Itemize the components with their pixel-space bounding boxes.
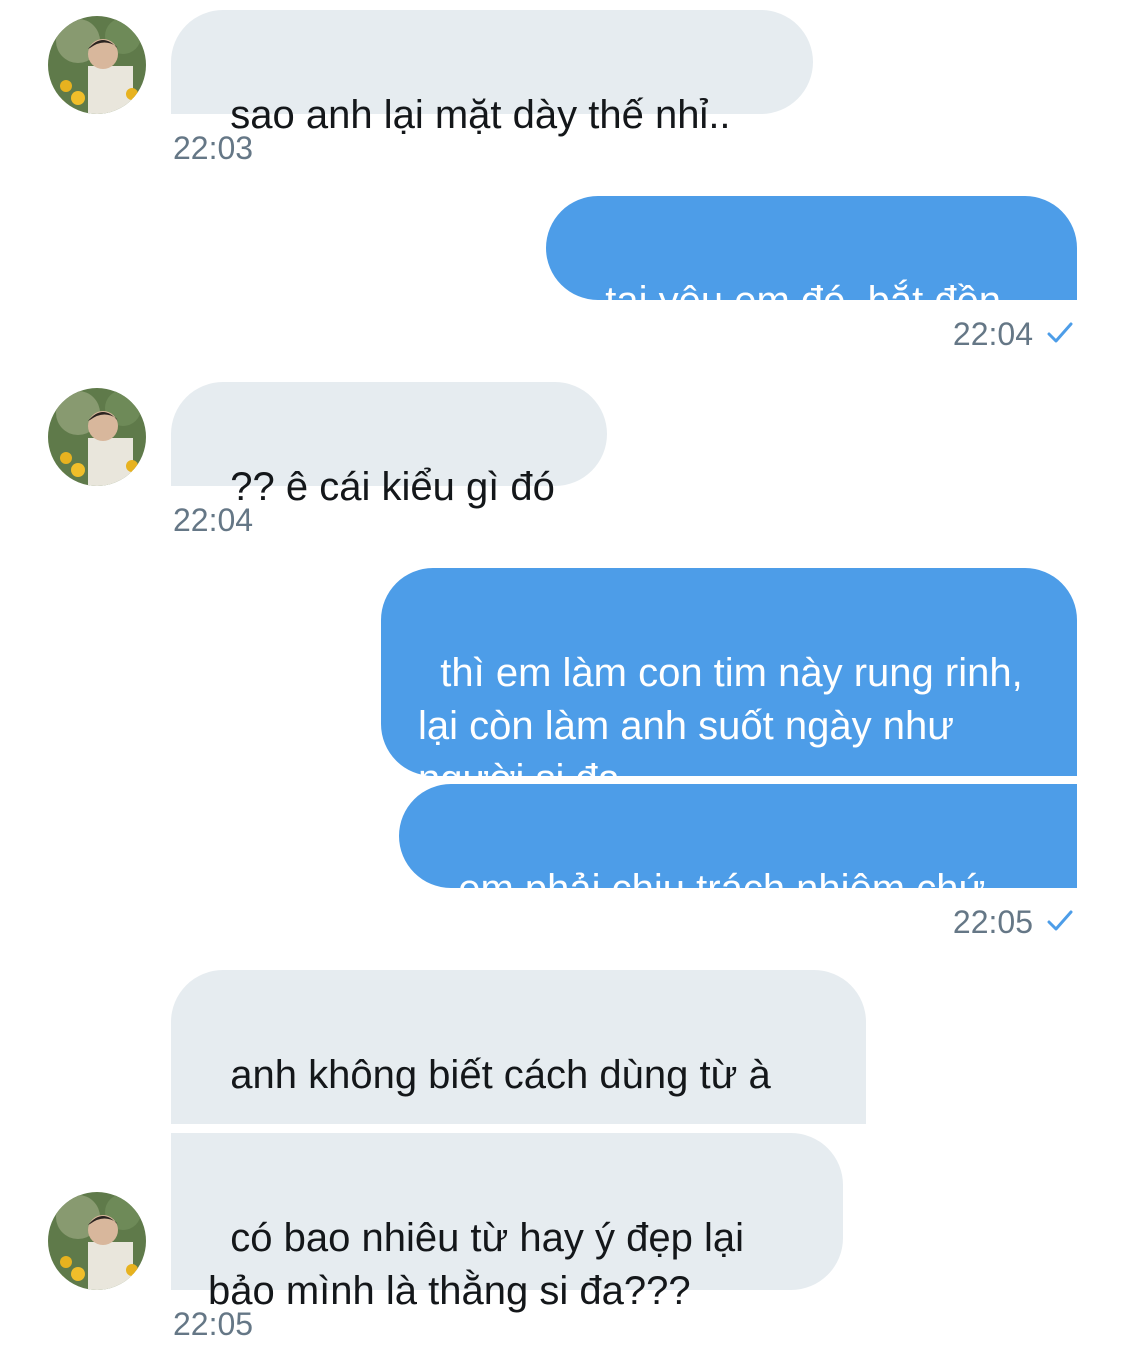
message-bubble-outgoing[interactable]: thì em làm con tim này rung rinh, lại cò… xyxy=(381,568,1077,801)
message-text: anh không biết cách dùng từ à xyxy=(230,1053,771,1097)
message-bubble-incoming[interactable]: anh không biết cách dùng từ à xyxy=(171,970,866,1208)
message-text: ?? ê cái kiểu gì đó xyxy=(230,465,555,509)
message-text: sao anh lại mặt dày thế nhỉ.. xyxy=(230,93,731,137)
message-text: em phải chịu trách nhiệm chứ xyxy=(458,867,986,911)
avatar[interactable] xyxy=(48,16,146,114)
message-bubble-incoming[interactable]: sao anh lại mặt dày thế nhỉ.. xyxy=(171,10,813,137)
avatar[interactable] xyxy=(48,388,146,486)
message-text: có bao nhiêu từ hay ý đẹp lại bảo mình l… xyxy=(208,1216,756,1313)
message-bubble-outgoing[interactable]: tại yêu em đó, bắt đền xyxy=(546,196,1077,323)
avatar[interactable] xyxy=(48,1192,146,1290)
message-bubble-incoming[interactable]: có bao nhiêu từ hay ý đẹp lại bảo mình l… xyxy=(171,1133,843,1313)
read-check-icon xyxy=(1047,322,1073,343)
message-timestamp: 22:03 xyxy=(173,130,254,166)
message-text: thì em làm con tim này rung rinh, lại cò… xyxy=(418,651,1034,801)
message-timestamp: 22:04 xyxy=(173,502,254,538)
message-text: tại yêu em đó, bắt đền xyxy=(605,279,1002,323)
message-bubble-outgoing[interactable]: em phải chịu trách nhiệm chứ xyxy=(399,784,1077,911)
read-check-icon xyxy=(1047,910,1073,931)
message-timestamp: 22:05 xyxy=(173,1306,254,1342)
message-bubble-incoming[interactable]: ?? ê cái kiểu gì đó xyxy=(171,382,607,509)
message-timestamp: 22:05 xyxy=(952,904,1033,940)
message-timestamp: 22:04 xyxy=(952,316,1033,352)
